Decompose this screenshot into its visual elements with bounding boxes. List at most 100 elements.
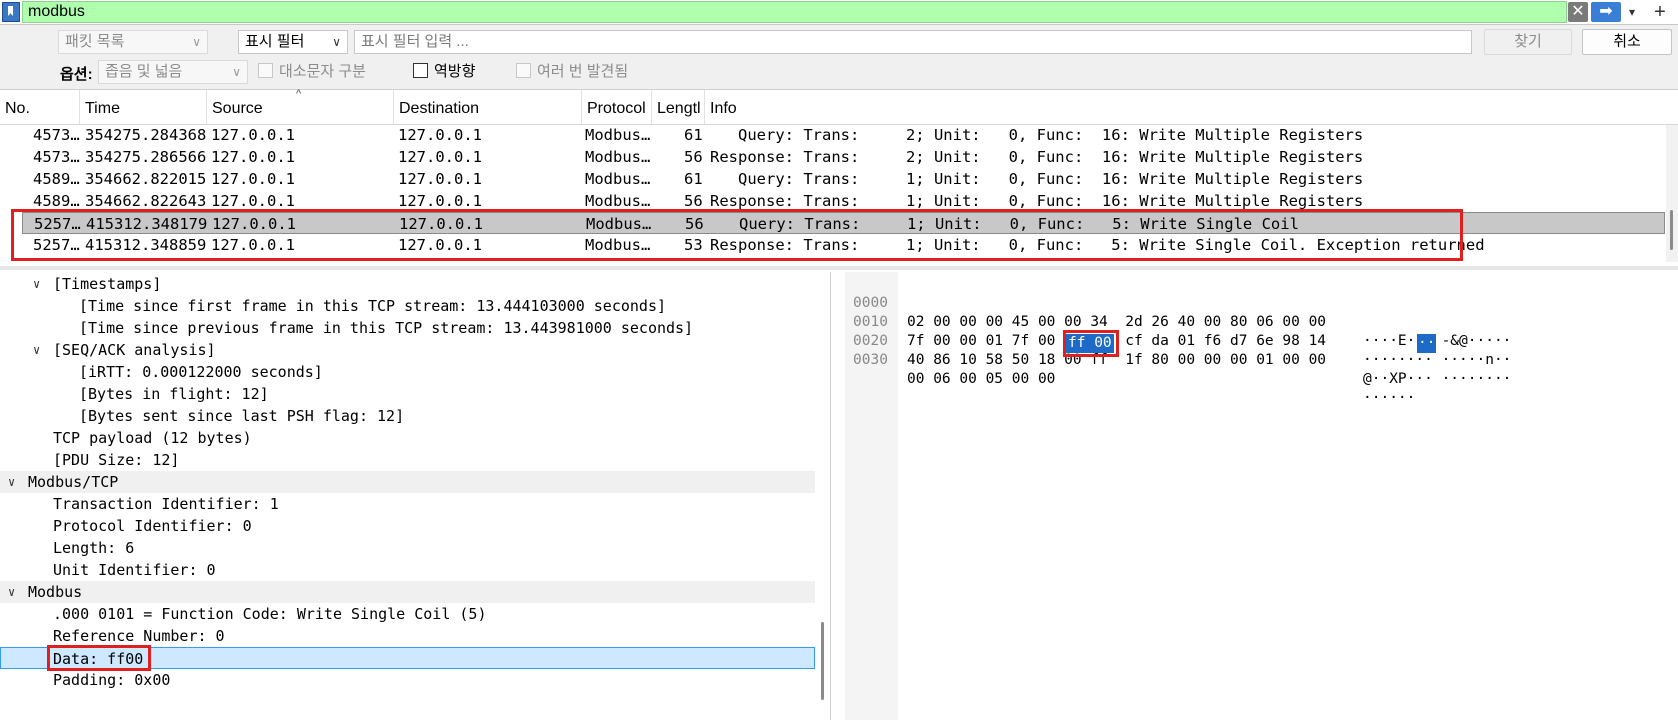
tree-item[interactable]: Length: 6 — [0, 537, 815, 559]
hex-bytes[interactable]: 7f 00 00 01 7f 00 00 01 cf da 01 f6 d7 6… — [907, 332, 1326, 351]
tree-item-selected-data[interactable]: Data: ff00 — [0, 647, 815, 669]
bytes-row[interactable]: 0000 02 00 00 00 45 00 00 34 2d 26 40 00… — [845, 275, 1511, 349]
chevron-down-icon: ∨ — [192, 35, 201, 49]
tree-item[interactable]: Unit Identifier: 0 — [0, 559, 815, 581]
reverse-direction-label: 역방향 — [434, 63, 476, 80]
packet-row[interactable]: 5257… 415312.348859 127.0.0.1 127.0.0.1 … — [0, 234, 1665, 256]
column-header-length[interactable]: Lengtl — [652, 90, 705, 124]
details-scrollbar[interactable] — [815, 272, 829, 720]
tree-item[interactable]: TCP payload (12 bytes) — [0, 427, 815, 449]
hex-bytes[interactable]: 02 00 00 00 45 00 00 34 2d 26 40 00 80 0… — [907, 313, 1326, 332]
selected-hex-bytes[interactable]: ff 00 — [1066, 334, 1114, 353]
selected-ascii-bytes[interactable]: ·· — [1417, 334, 1437, 353]
tree-item[interactable]: [Time since first frame in this TCP stre… — [0, 295, 815, 317]
tree-item-seq-ack-analysis[interactable]: ∨ [SEQ/ACK analysis] — [0, 339, 815, 361]
tree-item-label: [Timestamps] — [53, 275, 162, 293]
find-search-input[interactable]: 표시 필터 입력 ... — [354, 30, 1472, 54]
add-filter-button-plus-icon[interactable]: + — [1648, 1, 1672, 23]
hex-bytes[interactable]: 00 06 00 05 00 00 — [907, 370, 1064, 389]
tree-item-label: [Time since previous frame in this TCP s… — [79, 319, 694, 337]
tree-item-label: [PDU Size: 12] — [53, 451, 180, 469]
case-sensitive-checkbox[interactable]: 대소문자 구분 — [258, 62, 366, 82]
chevron-down-icon[interactable]: ∨ — [33, 273, 40, 295]
tree-item-modbus-tcp[interactable]: ∨ Modbus/TCP — [0, 471, 815, 493]
cancel-button[interactable]: 취소 — [1582, 29, 1672, 55]
find-button[interactable]: 찾기 — [1484, 29, 1572, 55]
tree-item-modbus[interactable]: ∨ Modbus — [0, 581, 815, 603]
tree-item[interactable]: [Bytes sent since last PSH flag: 12] — [0, 405, 815, 427]
packet-row[interactable]: 4573… 354275.284368 127.0.0.1 127.0.0.1 … — [0, 124, 1665, 146]
tree-item-timestamps[interactable]: ∨ [Timestamps] — [0, 273, 815, 295]
tree-item[interactable]: Reference Number: 0 — [0, 625, 815, 647]
column-header-time[interactable]: Time — [80, 90, 207, 124]
character-width-value: 좁음 및 넓음 — [105, 63, 183, 80]
column-header-info[interactable]: Info — [705, 90, 1665, 124]
hex-bytes[interactable]: 40 86 10 58 50 18 00 ff 1f 80 00 00 00 0… — [907, 351, 1326, 370]
tree-item[interactable]: Padding: 0x00 — [0, 669, 815, 691]
packet-time: 354275.284368 — [85, 126, 207, 144]
packet-source: 127.0.0.1 — [211, 192, 295, 210]
packet-time: 415312.348179 — [86, 215, 208, 233]
multiple-occurrences-checkbox[interactable]: 여러 번 발견됨 — [516, 62, 628, 82]
clear-filter-icon[interactable]: ✕ — [1568, 2, 1588, 22]
scrollbar-thumb[interactable] — [1670, 210, 1673, 250]
packet-info: Query: Trans: 1; Unit: 0, Func: 16: Writ… — [710, 170, 1364, 188]
filter-bookmark-icon[interactable] — [2, 2, 20, 22]
search-type-select[interactable]: 표시 필터 ∨ — [238, 30, 348, 54]
packet-destination: 127.0.0.1 — [398, 126, 482, 144]
display-filter-input[interactable]: modbus — [22, 1, 1567, 23]
packet-protocol: Modbus… — [585, 148, 651, 166]
column-header-protocol[interactable]: Protocol — [582, 90, 652, 124]
packet-info: Response: Trans: 2; Unit: 0, Func: 16: W… — [710, 148, 1364, 166]
bytes-row[interactable]: 0030 00 06 00 05 00 00 ······ — [845, 332, 1415, 406]
chevron-down-icon[interactable]: ∨ — [8, 471, 15, 493]
bytes-row[interactable]: 0010 7f 00 00 01 7f 00 00 01 cf da 01 f6… — [845, 294, 1511, 368]
packet-protocol: Modbus… — [585, 170, 651, 188]
tree-item-label: Unit Identifier: 0 — [53, 561, 216, 579]
packet-time: 354662.822643 — [85, 192, 207, 210]
chevron-down-icon[interactable]: ∨ — [33, 339, 40, 361]
packet-source: 127.0.0.1 — [211, 148, 295, 166]
packet-list-scrollbar[interactable] — [1666, 125, 1678, 262]
packet-no: 4589… — [33, 170, 80, 188]
tree-item[interactable]: [iRTT: 0.000122000 seconds] — [0, 361, 815, 383]
recent-filters-chevron-icon[interactable]: ▾ — [1624, 2, 1640, 22]
ascii-bytes[interactable]: ········ ·····n·· — [1363, 351, 1511, 370]
column-header-destination[interactable]: Destination — [394, 90, 582, 124]
character-width-select[interactable]: 좁음 및 넓음 ∨ — [98, 60, 248, 84]
packet-row[interactable]: 4573… 354275.286566 127.0.0.1 127.0.0.1 … — [0, 146, 1665, 168]
packet-row[interactable]: 4589… 354662.822015 127.0.0.1 127.0.0.1 … — [0, 168, 1665, 190]
ascii-bytes[interactable]: ····E··4 -&@····· — [1363, 332, 1511, 351]
tree-item[interactable]: Protocol Identifier: 0 — [0, 515, 815, 537]
packet-no: 5257… — [33, 236, 80, 254]
tree-item-label: Modbus/TCP — [28, 473, 119, 491]
packet-source: 127.0.0.1 — [212, 215, 296, 233]
tree-item-label: [Bytes sent since last PSH flag: 12] — [79, 407, 405, 425]
apply-filter-arrow-icon[interactable]: ➡ — [1591, 2, 1621, 22]
checkbox-box — [516, 63, 531, 78]
tree-item-label: Padding: 0x00 — [53, 671, 171, 689]
packet-no: 5257… — [34, 215, 81, 233]
packet-length: 56 — [684, 148, 703, 166]
tree-item[interactable]: Transaction Identifier: 1 — [0, 493, 815, 515]
packet-row[interactable]: 4589… 354662.822643 127.0.0.1 127.0.0.1 … — [0, 190, 1665, 212]
search-in-select[interactable]: 패킷 목록 ∨ — [58, 30, 208, 54]
packet-destination: 127.0.0.1 — [398, 236, 482, 254]
reverse-direction-checkbox[interactable]: 역방향 — [413, 62, 475, 82]
packet-list-header: No. Time Source Destination Protocol Len… — [0, 88, 1678, 125]
packet-row-selected[interactable]: 5257… 415312.348179 127.0.0.1 127.0.0.1 … — [22, 212, 1665, 234]
scrollbar-thumb[interactable] — [821, 622, 824, 700]
chevron-down-icon: ∨ — [232, 65, 241, 79]
chevron-down-icon[interactable]: ∨ — [8, 581, 15, 603]
ascii-bytes[interactable]: ······ — [1363, 389, 1415, 408]
column-header-no[interactable]: No. — [0, 90, 80, 124]
packet-no: 4573… — [33, 148, 80, 166]
packet-destination: 127.0.0.1 — [398, 192, 482, 210]
bytes-row[interactable]: 0020 40 86 10 58 50 18 00 ff 1f 80 00 00… — [845, 313, 1511, 387]
ascii-bytes[interactable]: @··XP··· ········ — [1363, 370, 1511, 389]
tree-item[interactable]: [Time since previous frame in this TCP s… — [0, 317, 815, 339]
tree-item[interactable]: .000 0101 = Function Code: Write Single … — [0, 603, 815, 625]
tree-item[interactable]: [PDU Size: 12] — [0, 449, 815, 471]
packet-info: Response: Trans: 1; Unit: 0, Func: 16: W… — [710, 192, 1364, 210]
tree-item[interactable]: [Bytes in flight: 12] — [0, 383, 815, 405]
